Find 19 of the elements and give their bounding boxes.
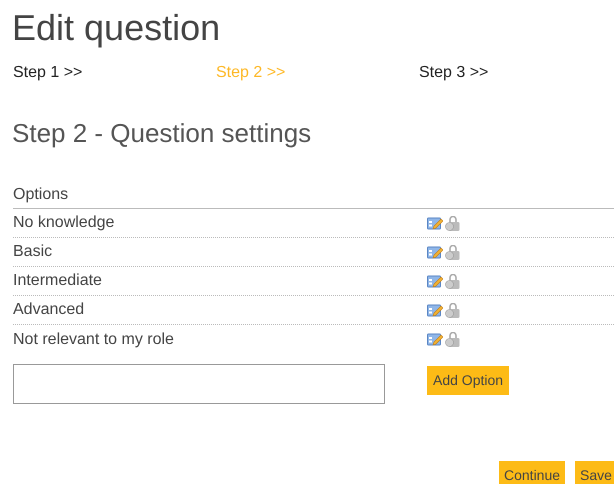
step-link[interactable]: Step 1 >> (13, 62, 216, 84)
step-link[interactable]: Step 3 >> (419, 62, 614, 84)
page-title: Edit question (12, 6, 220, 50)
option-label: No knowledge (13, 213, 116, 233)
save-button[interactable]: Save (575, 461, 614, 484)
edit-icon[interactable] (427, 216, 443, 230)
option-label: Intermediate (13, 271, 103, 291)
option-label: Basic (13, 242, 54, 262)
option-label: Not relevant to my role (13, 330, 175, 350)
continue-button[interactable]: Continue (499, 461, 566, 484)
options-header: Options (13, 184, 68, 204)
edit-icon[interactable] (427, 332, 443, 347)
option-input[interactable] (13, 364, 385, 404)
option-label: Advanced (13, 300, 86, 320)
edit-icon[interactable] (427, 274, 443, 288)
edit-icon[interactable] (427, 244, 443, 260)
edit-icon[interactable] (427, 302, 443, 318)
section-title: Step 2 - Question settings (12, 117, 312, 150)
add-option-button[interactable]: Add Option (427, 366, 510, 395)
